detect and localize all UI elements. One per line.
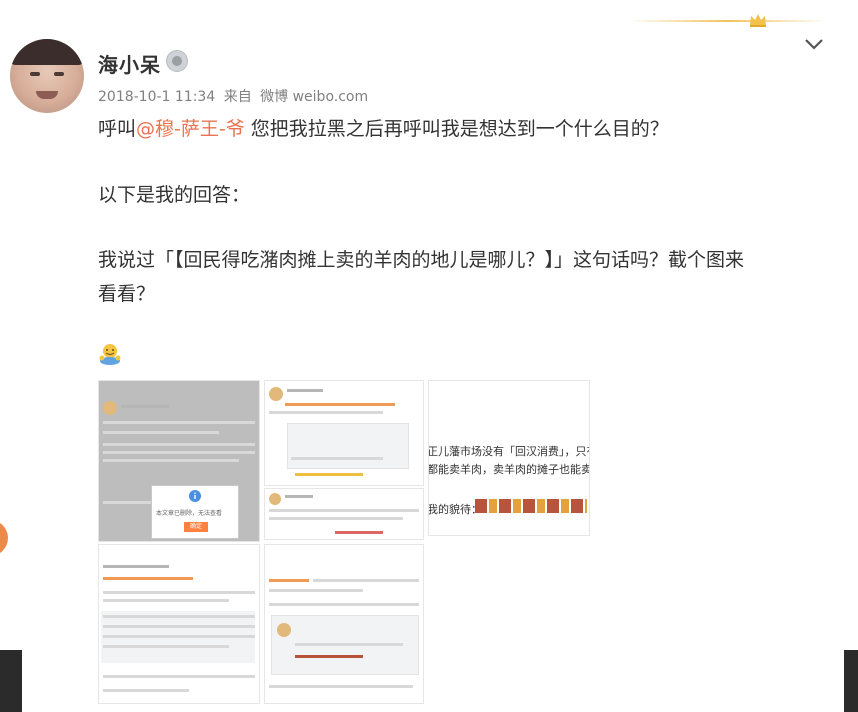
thumb-text — [291, 457, 383, 460]
image-thumbnail-2[interactable] — [264, 380, 424, 486]
thumb-text — [103, 645, 229, 648]
crown-decoration-line — [628, 20, 828, 22]
image-thumbnail-4[interactable] — [264, 488, 424, 540]
side-floating-button[interactable] — [0, 520, 8, 556]
thumb-emoji-row — [295, 473, 363, 476]
thumb-text — [103, 459, 239, 462]
thumb-text — [103, 591, 255, 594]
chevron-down-icon[interactable] — [804, 37, 824, 51]
post-text-line-2: 以下是我的回答： — [98, 184, 251, 206]
thumb-text — [103, 625, 255, 628]
image-thumbnail-3[interactable]: 正儿藩市场没有「回汉消费」，只有肉类 都能卖羊肉，卖羊肉的摊子也能卖潴肉。下 我… — [428, 380, 590, 536]
info-icon — [189, 490, 201, 502]
hug-emoji-icon — [99, 344, 121, 365]
thumb-text — [103, 451, 255, 454]
post-text-line-1: 呼叫@穆-萨王-爷 您把我拉黑之后再呼叫我是想达到一个什么目的？ — [98, 114, 669, 141]
thumb-link-line — [103, 577, 193, 580]
crown-icon — [750, 14, 766, 27]
post-meta: 2018-10-1 11:34 来自 微博 weibo.com — [98, 86, 372, 106]
thumb-avatar — [269, 387, 283, 401]
thumb-dialog-text: 本文章已删除，无法查看 — [156, 510, 223, 517]
thumb-text — [103, 689, 189, 692]
thumb-text-line: 我的貌待： — [428, 503, 482, 516]
call-suffix: 您把我拉黑之后再呼叫我是想达到一个什么目的？ — [244, 118, 669, 140]
thumb-text — [313, 579, 419, 582]
thumb-text — [103, 443, 255, 446]
thumb-dialog: 本文章已删除，无法查看 确定 — [151, 485, 239, 539]
thumb-text — [103, 599, 229, 602]
call-prefix: 呼叫 — [98, 118, 137, 140]
thumb-text — [269, 685, 413, 688]
thumb-emoji-row — [295, 655, 363, 658]
image-thumbnail-1[interactable]: 本文章已删除，无法查看 确定 — [98, 380, 260, 542]
thumb-text — [121, 405, 169, 408]
thumb-text — [269, 603, 419, 606]
source-app[interactable]: 微博 weibo.com — [260, 89, 368, 105]
image-thumbnail-5[interactable] — [98, 544, 260, 704]
thumb-text — [287, 389, 323, 392]
thumb-text — [269, 509, 419, 512]
source-prefix: 来自 — [223, 89, 252, 105]
username[interactable]: 海小呆 — [98, 49, 161, 78]
post-text-line-3: 我说过「【回民得吃潴肉摊上卖的羊肉的地儿是哪儿？】」这句话吗？截个图来 — [98, 249, 745, 271]
thumb-avatar — [277, 623, 291, 637]
thumb-dialog-button: 确定 — [184, 522, 208, 532]
thumb-link-line — [285, 403, 395, 406]
thumb-avatar — [269, 493, 281, 505]
thumb-text-line: 都能卖羊肉，卖羊肉的摊子也能卖潴肉。下 — [428, 463, 589, 476]
side-dark-panel — [844, 650, 858, 712]
image-thumbnail-6[interactable] — [264, 544, 424, 704]
thumb-text — [103, 421, 255, 424]
avatar-mouth — [36, 91, 58, 99]
mention-link[interactable]: @穆-萨王-爷 — [136, 118, 245, 140]
thumb-emoji-row — [475, 499, 587, 513]
thumb-text — [269, 411, 383, 414]
thumb-quote — [287, 423, 409, 469]
side-dark-panel — [0, 650, 22, 712]
member-badge-icon[interactable] — [166, 50, 188, 72]
thumb-link-line — [269, 579, 309, 582]
thumb-text — [103, 675, 255, 678]
thumb-text — [285, 495, 313, 498]
post-text-line-4: 看看？ — [98, 283, 156, 305]
thumb-avatar — [103, 401, 117, 415]
post-date[interactable]: 2018-10-1 11:34 — [98, 89, 215, 105]
thumb-text — [103, 565, 169, 568]
thumb-emoji-row — [335, 531, 383, 534]
thumb-text — [295, 643, 403, 646]
thumb-text — [103, 431, 219, 434]
avatar-eye — [54, 72, 64, 76]
thumb-text — [103, 635, 255, 638]
weibo-post-card: 海小呆 2018-10-1 11:34 来自 微博 weibo.com 呼叫@穆… — [0, 0, 858, 712]
thumb-text-line: 正儿藩市场没有「回汉消费」，只有肉类 — [428, 445, 589, 458]
thumb-text — [103, 615, 255, 618]
thumb-text — [269, 589, 363, 592]
thumb-text — [269, 517, 403, 520]
avatar-hair — [10, 39, 84, 65]
avatar-eye — [30, 72, 40, 76]
avatar[interactable] — [10, 39, 84, 113]
